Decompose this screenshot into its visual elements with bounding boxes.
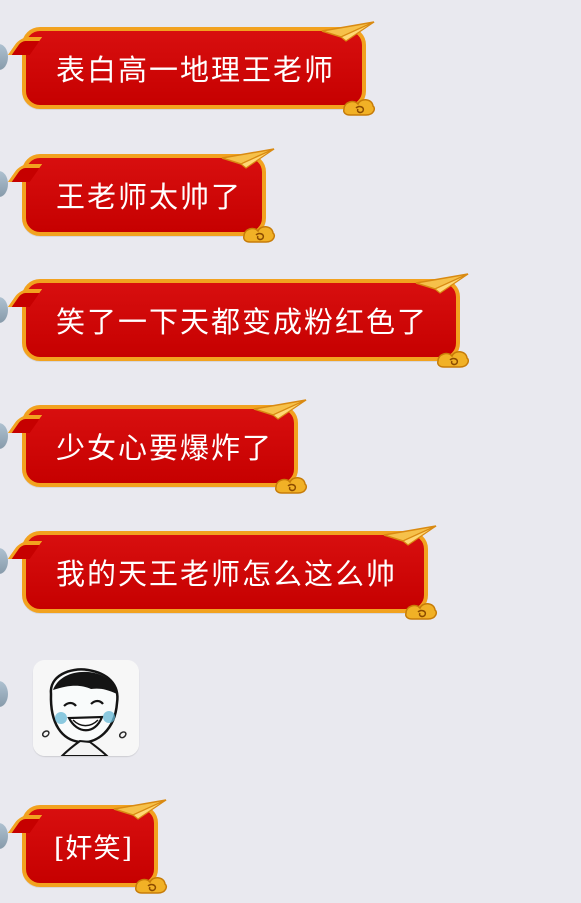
avatar[interactable] — [0, 681, 8, 707]
golden-cloud-icon — [135, 877, 168, 894]
paper-plane-icon — [383, 525, 437, 546]
message-bubble-1[interactable]: 表白高一地理王老师 — [22, 21, 376, 116]
golden-cloud-icon — [243, 226, 276, 243]
avatar[interactable] — [0, 423, 8, 449]
paper-plane-icon — [415, 273, 469, 294]
message-bubble-4[interactable]: 少女心要爆炸了 — [22, 399, 308, 494]
avatar[interactable] — [0, 171, 8, 197]
avatar[interactable] — [0, 44, 8, 70]
message-text-3: 笑了一下天都变成粉红色了 — [56, 305, 429, 339]
message-text-7: [奸笑] — [54, 833, 134, 865]
paper-plane-icon — [221, 148, 275, 169]
paper-plane-icon — [321, 21, 375, 42]
paper-plane-icon — [113, 799, 167, 820]
message-bubble-3[interactable]: 笑了一下天都变成粉红色了 — [22, 273, 470, 368]
golden-cloud-icon — [437, 351, 470, 368]
message-bubble-7[interactable]: [奸笑] — [22, 799, 168, 894]
message-text-4: 少女心要爆炸了 — [56, 431, 274, 465]
laughing-face-sticker[interactable] — [33, 660, 139, 756]
golden-cloud-icon — [405, 603, 438, 620]
golden-cloud-icon — [343, 99, 376, 116]
message-bubble-2[interactable]: 王老师太帅了 — [22, 148, 276, 243]
paper-plane-icon — [253, 399, 307, 420]
golden-cloud-icon — [275, 477, 308, 494]
avatar[interactable] — [0, 548, 8, 574]
avatar[interactable] — [0, 297, 8, 323]
message-text-5: 我的天王老师怎么这么帅 — [56, 557, 398, 591]
message-text-2: 王老师太帅了 — [56, 180, 243, 214]
chat-thread: 表白高一地理王老师 王老师太帅了 笑了一下天都变成粉红色了 少女心要爆炸了 我的… — [0, 0, 581, 903]
avatar[interactable] — [0, 823, 8, 849]
message-bubble-5[interactable]: 我的天王老师怎么这么帅 — [22, 525, 438, 620]
message-text-1: 表白高一地理王老师 — [56, 53, 336, 87]
